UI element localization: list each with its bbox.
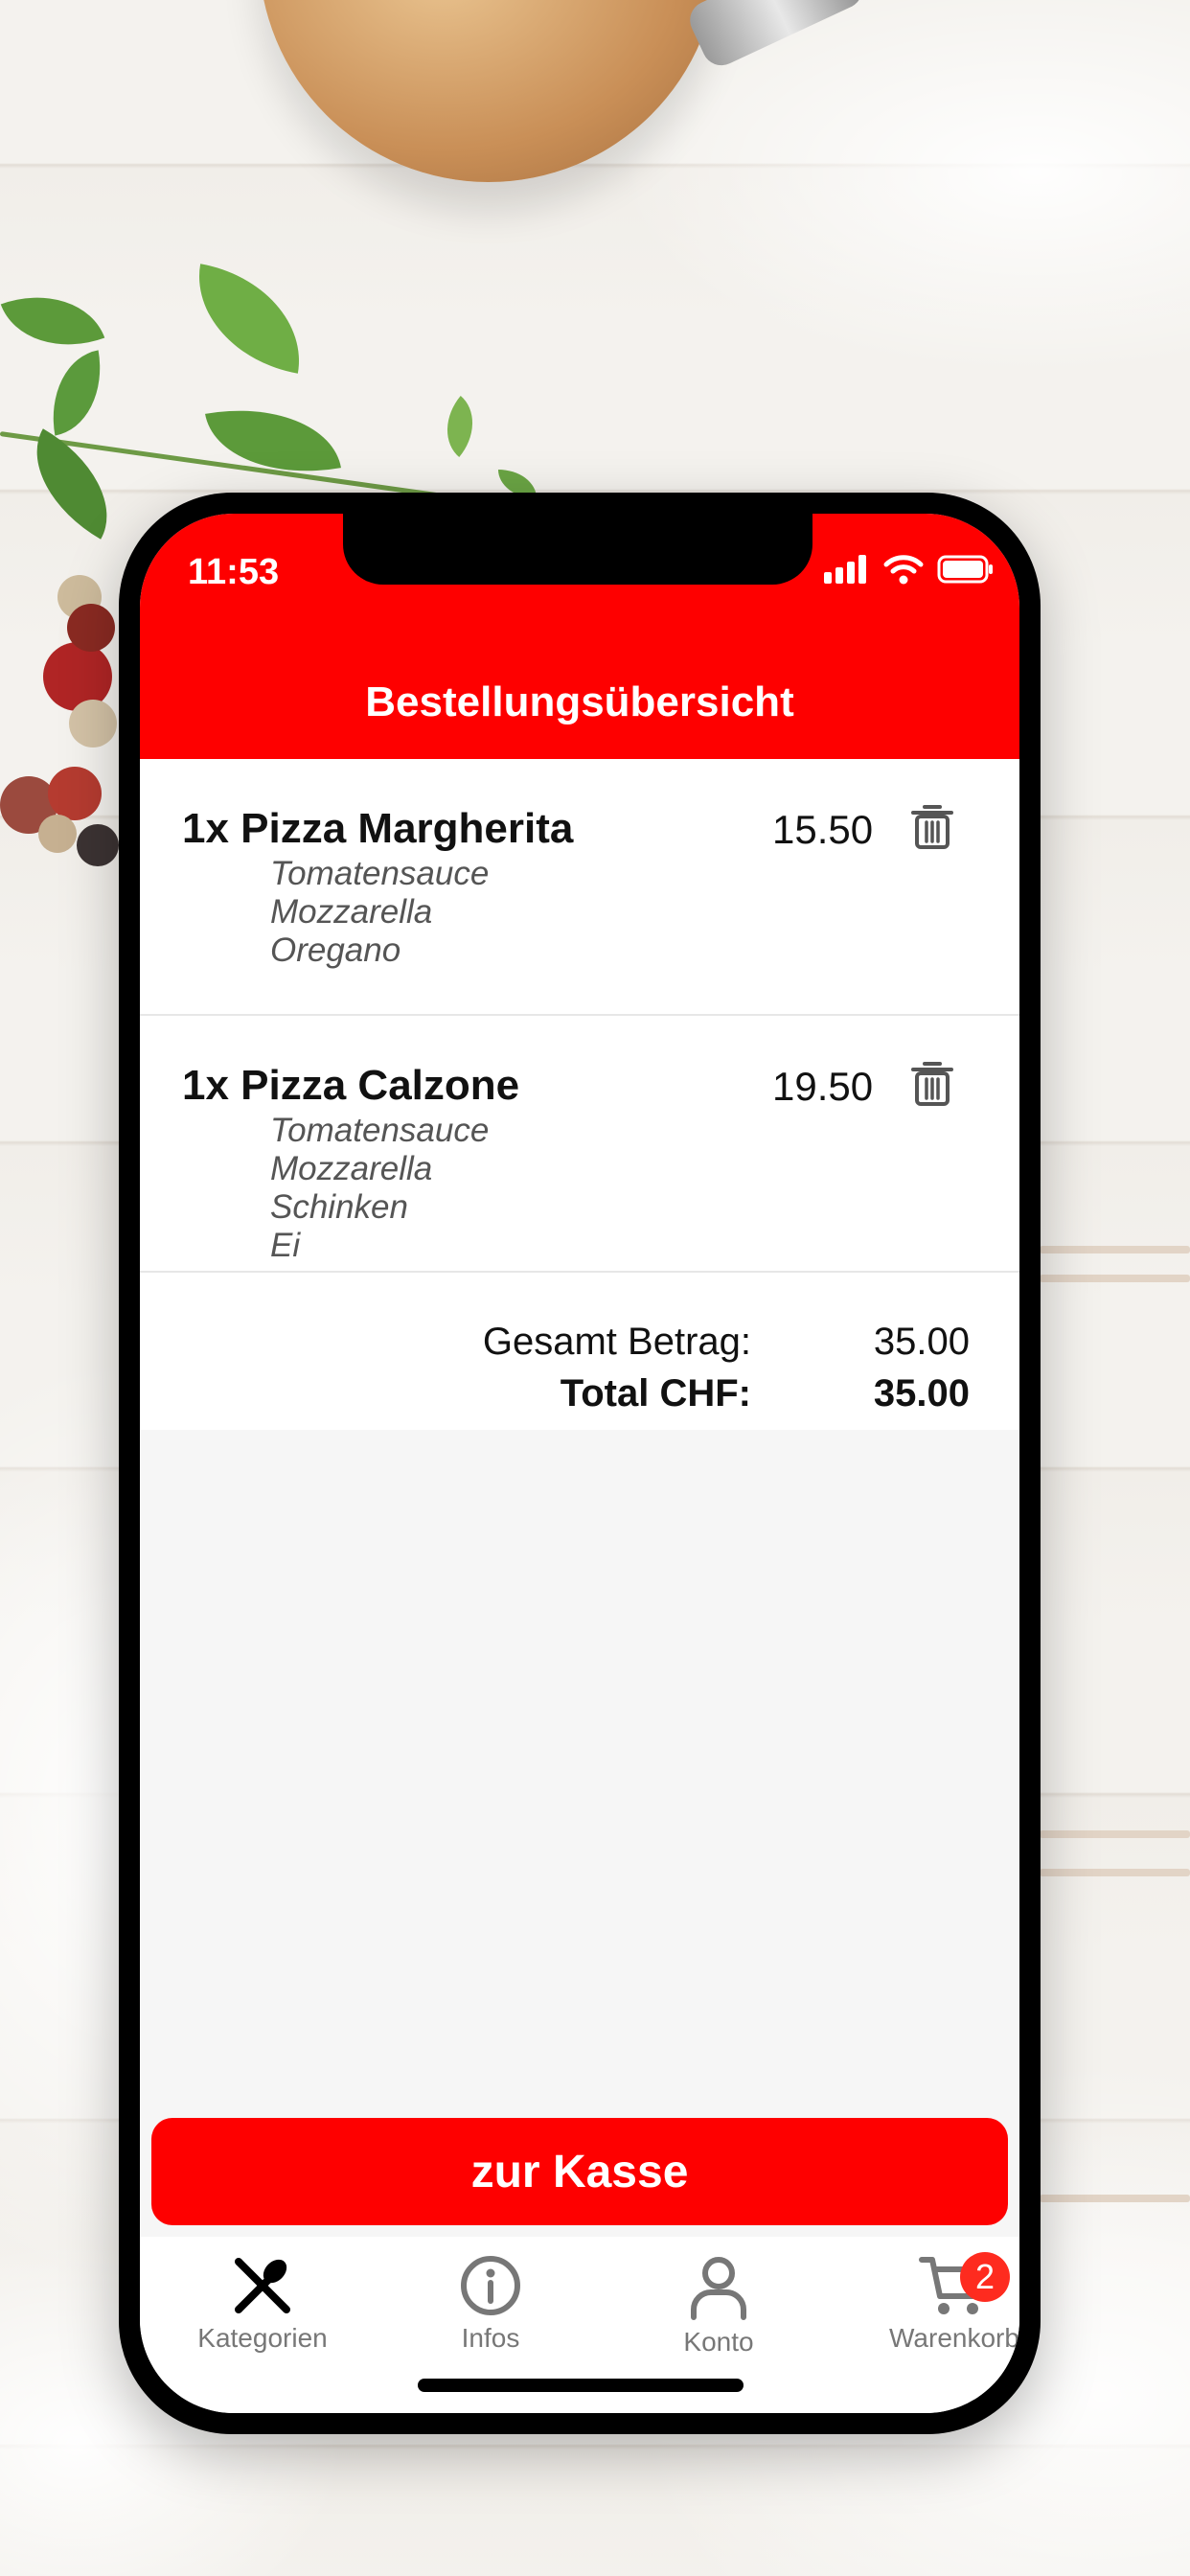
- ingredients-list: Tomatensauce Mozzarella Oregano: [270, 855, 489, 970]
- app-screen: 11:53 Bestellungsübersicht 1x Pizza Marg…: [140, 514, 1019, 2413]
- pepper-mill-top-decoration: [683, 0, 869, 72]
- peppercorn: [77, 824, 119, 866]
- plank-edge: [1040, 1246, 1190, 1254]
- user-icon: [691, 2257, 746, 2320]
- plank-edge: [1040, 2195, 1190, 2202]
- herb-leaf: [429, 395, 491, 458]
- trash-icon[interactable]: [908, 1058, 956, 1106]
- peppercorn: [69, 700, 117, 748]
- tab-label: Kategorien: [197, 2323, 328, 2353]
- plank-edge: [1040, 1869, 1190, 1876]
- trash-icon[interactable]: [908, 801, 956, 849]
- subtotal-value: 35.00: [873, 1321, 970, 1363]
- status-icons: [824, 554, 995, 585]
- plank-edge: [1040, 1830, 1190, 1838]
- order-item-price: 15.50: [772, 807, 874, 852]
- cart-badge: 2: [960, 2252, 1010, 2302]
- ingredient: Mozzarella: [270, 1150, 433, 1187]
- order-item-title: 1x Pizza Margherita: [182, 805, 574, 852]
- plank-edge: [1040, 1275, 1190, 1282]
- fork-spoon-icon: [235, 2258, 290, 2313]
- total-label: Total CHF:: [560, 1372, 751, 1414]
- peppercorn: [48, 767, 102, 820]
- tab-konto[interactable]: Konto: [632, 2254, 805, 2358]
- subtotal-label: Gesamt Betrag:: [482, 1321, 751, 1363]
- order-item: 1x Pizza Calzone 19.50 Tomatensauce Mozz…: [140, 1016, 1019, 1273]
- tab-kategorien[interactable]: Kategorien: [176, 2254, 349, 2354]
- tab-label: Warenkorb: [889, 2323, 1019, 2353]
- home-indicator: [418, 2379, 744, 2392]
- order-item-price: 19.50: [772, 1064, 874, 1109]
- tab-label: Konto: [683, 2327, 754, 2357]
- ingredient: Tomatensauce: [270, 855, 490, 892]
- ingredients-list: Tomatensauce Mozzarella Schinken Ei: [270, 1112, 489, 1265]
- order-totals: Gesamt Betrag: 35.00 Total CHF: 35.00: [140, 1273, 1019, 1430]
- herb-leaf: [41, 350, 112, 436]
- phone-notch: [343, 514, 812, 585]
- tab-infos[interactable]: Infos: [404, 2254, 577, 2354]
- peppercorn: [38, 815, 77, 853]
- info-icon: [461, 2256, 520, 2315]
- ingredient: Oregano: [270, 932, 401, 969]
- ingredient: Ei: [270, 1227, 301, 1264]
- order-item-title: 1x Pizza Calzone: [182, 1062, 520, 1109]
- total-value: 35.00: [873, 1372, 970, 1414]
- phone-frame: 11:53 Bestellungsübersicht 1x Pizza Marg…: [119, 493, 1041, 2434]
- page-title: Bestellungsübersicht: [365, 678, 794, 725]
- checkout-button[interactable]: zur Kasse: [151, 2118, 1008, 2225]
- tab-warenkorb[interactable]: 2 Warenkorb: [868, 2252, 1019, 2354]
- order-item: 1x Pizza Margherita 15.50 Tomatensauce M…: [140, 759, 1019, 1016]
- status-time: 11:53: [188, 552, 280, 592]
- herb-leaf: [184, 264, 314, 374]
- tab-label: Infos: [461, 2323, 520, 2353]
- ingredient: Tomatensauce: [270, 1112, 490, 1149]
- wifi-icon: [883, 555, 924, 585]
- battery-icon: [937, 555, 993, 584]
- ingredient: Mozzarella: [270, 893, 433, 931]
- peppercorn: [67, 604, 115, 652]
- pepper-mill-decoration: [259, 0, 719, 182]
- signal-icon: [824, 555, 866, 584]
- ingredient: Schinken: [270, 1188, 408, 1226]
- herb-leaf: [205, 392, 341, 490]
